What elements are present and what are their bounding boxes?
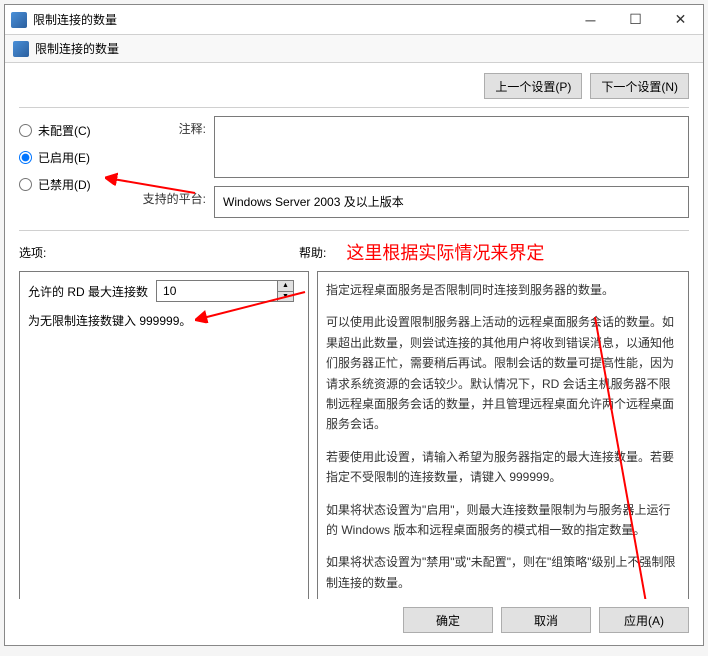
radio-enabled-label: 已启用(E) [38, 149, 90, 166]
window-title: 限制连接的数量 [33, 11, 568, 28]
radio-not-configured-input[interactable] [19, 124, 32, 137]
cancel-button[interactable]: 取消 [501, 607, 591, 633]
help-panel: 指定远程桌面服务是否限制同时连接到服务器的数量。 可以使用此设置限制服务器上活动… [317, 271, 689, 599]
help-p2: 可以使用此设置限制服务器上活动的远程桌面服务会话的数量。如果超出此数量，则尝试连… [326, 312, 680, 434]
apply-button[interactable]: 应用(A) [599, 607, 689, 633]
unlimited-hint: 为无限制连接数键入 999999。 [28, 312, 300, 329]
close-button[interactable]: ✕ [658, 5, 703, 35]
comment-label: 注释: [134, 116, 214, 178]
platform-value: Windows Server 2003 及以上版本 [214, 186, 689, 218]
radio-enabled[interactable]: 已启用(E) [19, 149, 124, 166]
max-conn-input[interactable] [157, 281, 277, 301]
dialog-footer: 确定 取消 应用(A) [5, 599, 703, 645]
panels-row: 允许的 RD 最大连接数 ▲ ▼ 为无限制连接数键入 999999。 指定远程桌… [19, 271, 689, 599]
annotation-text: 这里根据实际情况来界定 [346, 239, 544, 265]
spinner-arrows: ▲ ▼ [277, 281, 293, 301]
nav-row: 上一个设置(P) 下一个设置(N) [19, 73, 689, 99]
policy-subtitle: 限制连接的数量 [35, 40, 119, 57]
radio-not-configured[interactable]: 未配置(C) [19, 122, 124, 139]
upper-section: 未配置(C) 已启用(E) 已禁用(D) 注释: 支持的平台: [19, 116, 689, 226]
options-panel: 允许的 RD 最大连接数 ▲ ▼ 为无限制连接数键入 999999。 [19, 271, 309, 599]
prev-setting-button[interactable]: 上一个设置(P) [484, 73, 582, 99]
help-p3: 若要使用此设置，请输入希望为服务器指定的最大连接数量。若要指定不受限制的连接数量… [326, 447, 680, 488]
window-controls: ─ ☐ ✕ [568, 5, 703, 35]
minimize-button[interactable]: ─ [568, 5, 613, 35]
radio-enabled-input[interactable] [19, 151, 32, 164]
form-column: 注释: 支持的平台: Windows Server 2003 及以上版本 [134, 116, 689, 226]
max-conn-label: 允许的 RD 最大连接数 [28, 283, 148, 300]
ok-button[interactable]: 确定 [403, 607, 493, 633]
help-p4: 如果将状态设置为"启用"，则最大连接数量限制为与服务器上运行的 Windows … [326, 500, 680, 541]
help-label: 帮助: [299, 244, 326, 261]
separator-2 [19, 230, 689, 231]
mid-labels-row: 选项: 帮助: 这里根据实际情况来界定 [19, 239, 689, 265]
radio-disabled[interactable]: 已禁用(D) [19, 176, 124, 193]
radio-disabled-input[interactable] [19, 178, 32, 191]
titlebar: 限制连接的数量 ─ ☐ ✕ [5, 5, 703, 35]
next-setting-button[interactable]: 下一个设置(N) [590, 73, 689, 99]
options-label: 选项: [19, 244, 119, 261]
help-p1: 指定远程桌面服务是否限制同时连接到服务器的数量。 [326, 280, 680, 300]
policy-icon [13, 41, 29, 57]
policy-dialog: 限制连接的数量 ─ ☐ ✕ 限制连接的数量 上一个设置(P) 下一个设置(N) … [4, 4, 704, 646]
state-radio-group: 未配置(C) 已启用(E) 已禁用(D) [19, 116, 124, 226]
radio-not-configured-label: 未配置(C) [38, 122, 91, 139]
platform-row: 支持的平台: Windows Server 2003 及以上版本 [134, 186, 689, 218]
app-icon [11, 12, 27, 28]
maximize-button[interactable]: ☐ [613, 5, 658, 35]
radio-disabled-label: 已禁用(D) [38, 176, 91, 193]
comment-textarea[interactable] [214, 116, 689, 178]
spinner-up-icon[interactable]: ▲ [278, 281, 293, 292]
separator [19, 107, 689, 108]
content-area: 上一个设置(P) 下一个设置(N) 未配置(C) 已启用(E) 已禁用(D) [5, 63, 703, 599]
comment-row: 注释: [134, 116, 689, 178]
max-conn-spinner[interactable]: ▲ ▼ [156, 280, 294, 302]
help-p5: 如果将状态设置为"禁用"或"未配置"，则在"组策略"级别上不强制限制连接的数量。 [326, 552, 680, 593]
max-conn-row: 允许的 RD 最大连接数 ▲ ▼ [28, 280, 300, 302]
spinner-down-icon[interactable]: ▼ [278, 292, 293, 302]
sub-header: 限制连接的数量 [5, 35, 703, 63]
platform-label: 支持的平台: [134, 186, 214, 218]
